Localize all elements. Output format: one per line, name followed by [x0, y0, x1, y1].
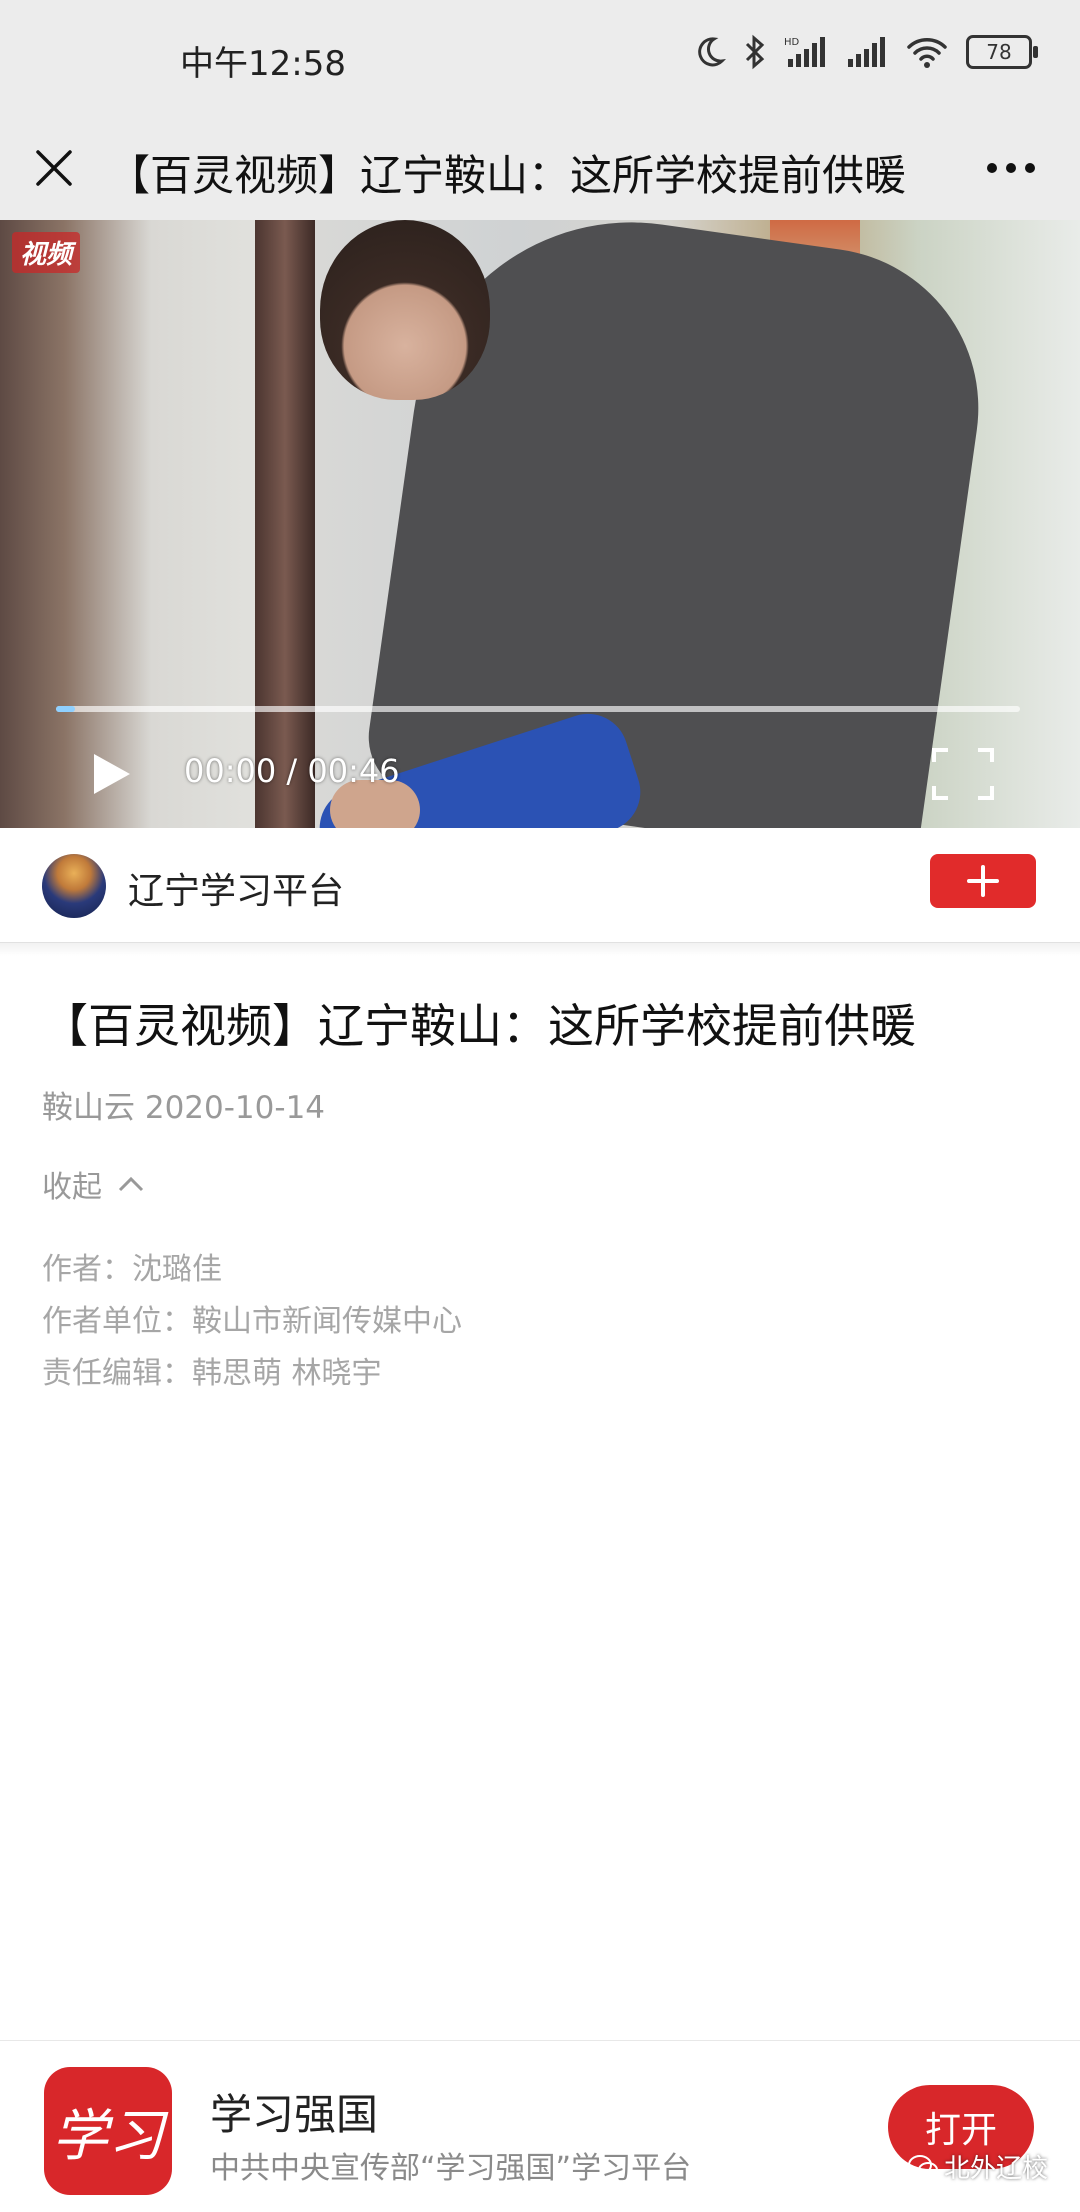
collapse-toggle[interactable]: 收起 — [42, 1162, 144, 1206]
close-icon — [36, 150, 72, 186]
page-title: 【百灵视频】辽宁鞍山：这所学校提前供暖 — [108, 151, 907, 200]
play-button[interactable] — [90, 750, 134, 798]
more-icon — [987, 163, 1035, 173]
app-banner: 学习 学习强国 中共中央宣传部“学习强国”学习平台 打开 — [0, 2040, 1080, 2212]
wifi-icon — [907, 38, 947, 68]
watermark: 北外辽校 — [908, 2148, 1048, 2185]
follow-button[interactable] — [930, 854, 1036, 908]
video-scene-door — [255, 220, 315, 828]
hd-signal-icon: HD — [784, 37, 825, 67]
divider — [0, 942, 1080, 956]
article-author-unit: 作者单位：鞍山市新闻传媒中心 — [42, 1304, 462, 1339]
status-icons: HD 78 — [692, 34, 1038, 70]
avatar[interactable] — [42, 854, 106, 918]
moon-icon — [698, 37, 726, 67]
account-name[interactable]: 辽宁学习平台 — [128, 862, 344, 914]
article-author: 作者：沈璐佳 — [42, 1252, 222, 1287]
watermark-text: 北外辽校 — [944, 2154, 1049, 2184]
plus-icon — [967, 865, 999, 897]
close-button[interactable] — [30, 138, 78, 198]
video-player[interactable]: 视频 00:00 / 00:46 — [0, 220, 1080, 828]
app-description: 中共中央宣传部“学习强国”学习平台 — [210, 2151, 692, 2186]
article-editors: 责任编辑：韩思萌 林晓宇 — [42, 1356, 382, 1391]
battery-icon: 78 — [966, 35, 1038, 69]
nav-bar: 【百灵视频】辽宁鞍山：这所学校提前供暖 — [0, 118, 1080, 220]
app-name: 学习强国 — [210, 2090, 379, 2139]
article-source: 鞍山云 2020-10-14 — [42, 1090, 326, 1126]
collapse-label: 收起 — [42, 1170, 102, 1205]
video-time: 00:00 / 00:46 — [184, 752, 400, 790]
status-bar: 中午12:58 HD 78 — [0, 0, 1080, 118]
video-scene-head — [320, 220, 490, 400]
svg-text:HD: HD — [784, 37, 800, 48]
status-time: 中午12:58 — [180, 44, 346, 84]
video-progress-bar[interactable] — [56, 706, 1020, 712]
more-button[interactable] — [976, 138, 1046, 198]
bluetooth-icon — [745, 34, 765, 70]
wechat-icon — [908, 2154, 938, 2178]
chevron-up-icon — [118, 1176, 144, 1192]
video-channel-logo: 视频 — [12, 232, 81, 273]
account-row: 辽宁学习平台 — [0, 828, 1080, 943]
video-progress-fill — [56, 706, 76, 712]
app-icon: 学习 — [44, 2067, 172, 2195]
signal-icon — [848, 37, 885, 67]
article-title: 【百灵视频】辽宁鞍山：这所学校提前供暖 — [42, 999, 916, 1053]
fullscreen-button[interactable] — [930, 746, 996, 802]
